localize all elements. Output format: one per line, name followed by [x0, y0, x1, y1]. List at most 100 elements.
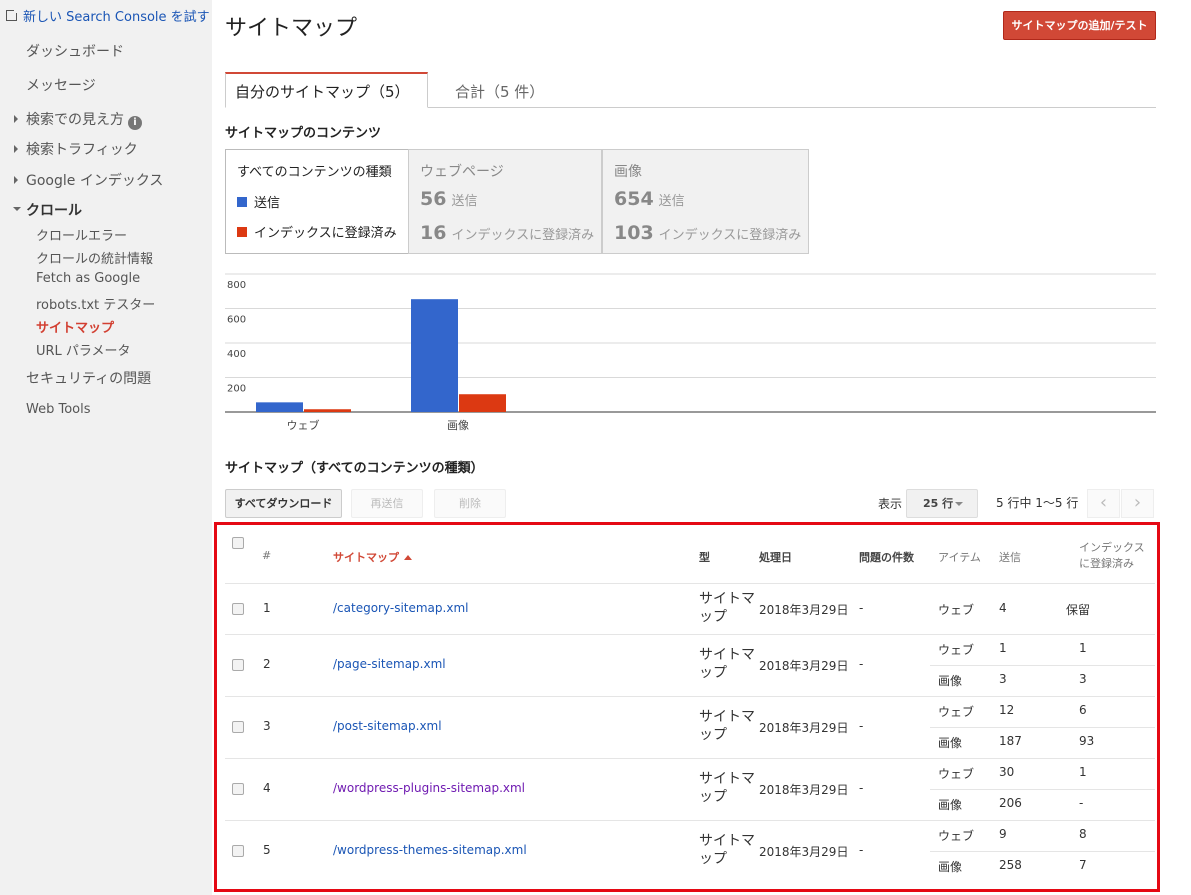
- row-submitted-count: 12: [999, 703, 1015, 717]
- row-submitted-count: 187: [999, 734, 1022, 748]
- row-divider: [225, 758, 1155, 759]
- row-type: サイトマ ップ: [699, 770, 755, 806]
- tab-my-sitemaps[interactable]: 自分のサイトマップ（5）: [225, 72, 428, 108]
- try-new-console-label: 新しい Search Console を試す: [23, 10, 210, 25]
- sidebar-item-dashboard[interactable]: ダッシュボード: [26, 41, 124, 61]
- sidebar-item-crawl-errors[interactable]: クロールエラー: [36, 225, 127, 244]
- row-type-line: ップ: [699, 608, 727, 625]
- col-header-issues[interactable]: 問題の件数: [859, 549, 914, 565]
- col-header-number: #: [262, 549, 272, 562]
- content-type-all[interactable]: すべてのコンテンツの種類 送信 インデックスに登録済み: [225, 149, 408, 254]
- row-issue-count: -: [859, 781, 864, 795]
- row-submitted-count: 258: [999, 858, 1022, 872]
- image-indexed-value: 103: [614, 222, 654, 244]
- web-submitted-stat: 56 送信: [420, 188, 477, 210]
- col-header-sitemap-label: サイトマップ: [333, 551, 399, 564]
- tab-all-sitemaps[interactable]: 合計（5 件）: [455, 72, 544, 108]
- content-type-image[interactable]: 画像 654 送信 103 インデックスに登録済み: [602, 149, 809, 254]
- sitemap-link[interactable]: /wordpress-themes-sitemap.xml: [333, 843, 527, 857]
- sitemap-link[interactable]: /page-sitemap.xml: [333, 657, 446, 671]
- col-header-indexed-line2: に登録済み: [1079, 557, 1134, 570]
- content-type-web[interactable]: ウェブページ 56 送信 16 インデックスに登録済み: [408, 149, 602, 254]
- row-item-type: ウェブ: [938, 602, 975, 617]
- row-type-line: サイトマ: [699, 647, 755, 663]
- web-indexed-stat: 16 インデックスに登録済み: [420, 222, 594, 244]
- col-header-sitemap[interactable]: サイトマップ: [333, 549, 412, 565]
- contents-section-title: サイトマップのコンテンツ: [225, 126, 382, 141]
- sitemap-link[interactable]: /category-sitemap.xml: [333, 601, 468, 615]
- legend-indexed-swatch: [237, 226, 247, 237]
- row-type-line: ップ: [699, 851, 727, 867]
- sidebar-item-search-traffic[interactable]: 検索トラフィック: [14, 139, 138, 159]
- sidebar-item-web-tools[interactable]: Web Tools: [26, 402, 91, 417]
- legend-submitted-label: 送信: [254, 196, 281, 211]
- row-indexed-count: 8: [1079, 827, 1087, 841]
- sub-row-divider: [930, 789, 1155, 790]
- sidebar-item-security-issues[interactable]: セキュリティの問題: [26, 368, 151, 388]
- x-tick-label: ウェブ: [287, 418, 320, 432]
- next-page-button[interactable]: ›: [1121, 489, 1154, 518]
- row-divider: [225, 820, 1155, 821]
- row-checkbox[interactable]: [232, 845, 244, 857]
- image-indexed-label: インデックスに登録済み: [658, 228, 802, 243]
- y-tick-label: 400: [227, 349, 246, 360]
- try-new-console-link[interactable]: 新しい Search Console を試す: [6, 6, 210, 25]
- row-item-type: 画像: [938, 798, 963, 812]
- row-divider: [225, 634, 1155, 635]
- col-header-type[interactable]: 型: [699, 549, 710, 565]
- info-icon[interactable]: i: [128, 116, 142, 130]
- row-type-line: サイトマ: [699, 709, 755, 725]
- row-item-type: 画像: [938, 674, 963, 688]
- col-header-indexed-line1: インデックス: [1079, 541, 1145, 554]
- web-stat-title: ウェブページ: [420, 164, 504, 180]
- delete-button[interactable]: 削除: [434, 489, 506, 518]
- row-issue-count: -: [859, 843, 864, 857]
- sidebar-item-robots-tester[interactable]: robots.txt テスター: [36, 294, 155, 313]
- resubmit-button[interactable]: 再送信: [351, 489, 423, 518]
- rows-per-page-select[interactable]: 25 行: [906, 489, 978, 518]
- row-item-type: ウェブ: [938, 705, 975, 719]
- image-indexed-stat: 103 インデックスに登録済み: [614, 222, 801, 244]
- sidebar-item-fetch-as-google[interactable]: Fetch as Google: [36, 271, 140, 286]
- web-indexed-value: 16: [420, 222, 447, 244]
- prev-page-button[interactable]: ‹: [1087, 489, 1120, 518]
- row-checkbox[interactable]: [232, 783, 244, 795]
- sidebar-item-google-index[interactable]: Google インデックス: [13, 170, 163, 190]
- sitemap-link[interactable]: /wordpress-plugins-sitemap.xml: [333, 781, 525, 795]
- row-item-type: ウェブ: [938, 643, 975, 657]
- row-checkbox[interactable]: [232, 602, 244, 615]
- image-submitted-stat: 654 送信: [614, 188, 685, 210]
- sitemap-link[interactable]: /post-sitemap.xml: [333, 719, 442, 733]
- download-all-button[interactable]: すべてダウンロード: [225, 489, 342, 518]
- sidebar-item-messages[interactable]: メッセージ: [26, 75, 96, 95]
- row-divider: [225, 696, 1155, 697]
- sidebar-item-sitemaps[interactable]: サイトマップ: [36, 317, 114, 336]
- sidebar-item-crawl-stats[interactable]: クロールの統計情報: [36, 248, 153, 267]
- sidebar-item-url-parameters[interactable]: URL パラメータ: [36, 340, 131, 359]
- row-type-line: ップ: [699, 665, 727, 681]
- row-type: サイトマ ップ: [699, 646, 755, 682]
- col-header-indexed: インデックス に登録済み: [1079, 540, 1145, 572]
- row-submitted-count: 206: [999, 796, 1022, 810]
- col-header-processed[interactable]: 処理日: [759, 549, 792, 565]
- row-checkbox[interactable]: [232, 659, 244, 671]
- sidebar: 新しい Search Console を試す ダッシュボード メッセージ 検索で…: [0, 0, 212, 895]
- bar-submitted: [256, 402, 303, 412]
- row-type-line: ップ: [699, 789, 727, 805]
- sitemaps-table-title: サイトマップ（すべてのコンテンツの種類）: [225, 461, 484, 476]
- image-submitted-label: 送信: [658, 194, 685, 209]
- row-checkbox[interactable]: [232, 721, 244, 733]
- row-issue-count: -: [859, 657, 864, 671]
- sidebar-item-crawl[interactable]: クロール: [13, 200, 82, 220]
- row-issue-count: -: [859, 600, 864, 615]
- add-test-sitemap-button[interactable]: サイトマップの追加/テスト: [1003, 11, 1156, 40]
- row-type-line: サイトマ: [699, 833, 755, 849]
- select-all-checkbox[interactable]: [232, 537, 244, 549]
- row-number: 2: [263, 657, 271, 671]
- row-type-line: ップ: [699, 727, 727, 743]
- sitemap-contents-chart: 200 400 600 800 ウェブ 画像: [225, 273, 1156, 432]
- sidebar-item-search-appearance[interactable]: 検索での見え方 i: [14, 109, 142, 130]
- row-item-type: 画像: [938, 736, 963, 750]
- row-processed-date: 2018年3月29日: [759, 721, 849, 735]
- y-tick-label: 800: [227, 280, 246, 291]
